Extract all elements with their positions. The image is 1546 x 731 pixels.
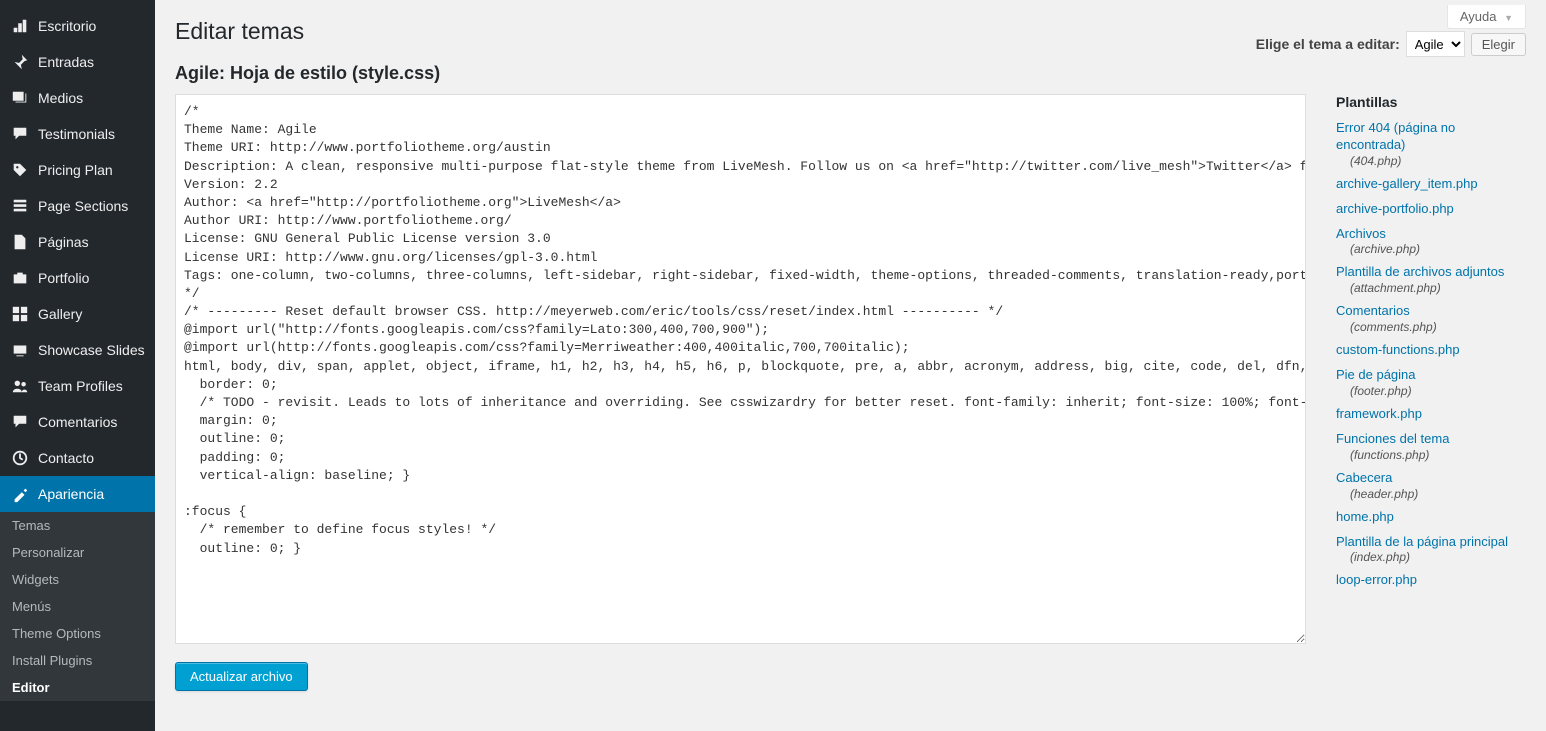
code-editor[interactable]: [175, 94, 1306, 644]
appearance-icon: [10, 484, 30, 504]
file-name: (header.php): [1350, 487, 1526, 501]
file-link[interactable]: archive-portfolio.php: [1336, 201, 1526, 218]
gallery-icon: [10, 304, 30, 324]
file-list-item: Funciones del tema(functions.php): [1336, 431, 1526, 462]
sidebar-sub-item[interactable]: Temas: [0, 512, 155, 539]
sidebar-item-slides[interactable]: Showcase Slides: [0, 332, 155, 368]
sidebar-sub-item[interactable]: Widgets: [0, 566, 155, 593]
file-list-item: archive-portfolio.php: [1336, 201, 1526, 218]
pin-icon: [10, 52, 30, 72]
file-name: (functions.php): [1350, 448, 1526, 462]
file-link[interactable]: Plantilla de archivos adjuntos: [1336, 264, 1526, 281]
file-list-item: loop-error.php: [1336, 572, 1526, 589]
sidebar-sub-item[interactable]: Personalizar: [0, 539, 155, 566]
file-name: (404.php): [1350, 154, 1526, 168]
sidebar-item-tag[interactable]: Pricing Plan: [0, 152, 155, 188]
sidebar-item-comment[interactable]: Comentarios: [0, 404, 155, 440]
chevron-down-icon: ▼: [1504, 13, 1513, 23]
file-link[interactable]: Plantilla de la página principal: [1336, 534, 1526, 551]
page-icon: [10, 232, 30, 252]
file-name: (index.php): [1350, 550, 1526, 564]
sidebar-item-label: Comentarios: [38, 414, 117, 430]
file-name: (attachment.php): [1350, 281, 1526, 295]
file-link[interactable]: Error 404 (página no encontrada): [1336, 120, 1526, 154]
team-icon: [10, 376, 30, 396]
update-file-button[interactable]: Actualizar archivo: [175, 662, 308, 691]
sidebar-item-label: Page Sections: [38, 198, 128, 214]
sidebar-item-gallery[interactable]: Gallery: [0, 296, 155, 332]
file-list: Error 404 (página no encontrada)(404.php…: [1336, 120, 1526, 589]
templates-heading: Plantillas: [1336, 94, 1526, 110]
file-list-item: Cabecera(header.php): [1336, 470, 1526, 501]
file-link[interactable]: custom-functions.php: [1336, 342, 1526, 359]
file-name: (footer.php): [1350, 384, 1526, 398]
file-name: (comments.php): [1350, 320, 1526, 334]
file-list-item: custom-functions.php: [1336, 342, 1526, 359]
portfolio-icon: [10, 268, 30, 288]
file-list-item: Plantilla de archivos adjuntos(attachmen…: [1336, 264, 1526, 295]
file-list-item: Error 404 (página no encontrada)(404.php…: [1336, 120, 1526, 168]
sidebar-sub-item[interactable]: Install Plugins: [0, 647, 155, 674]
sidebar-item-label: Pricing Plan: [38, 162, 113, 178]
file-list-item: framework.php: [1336, 406, 1526, 423]
file-list-item: Archivos(archive.php): [1336, 226, 1526, 257]
media-icon: [10, 88, 30, 108]
sidebar-item-label: Entradas: [38, 54, 94, 70]
contact-icon: [10, 448, 30, 468]
theme-selector-row: Elige el tema a editar: Agile Elegir: [1256, 31, 1526, 57]
file-list-item: Pie de página(footer.php): [1336, 367, 1526, 398]
theme-select[interactable]: Agile: [1406, 31, 1465, 57]
testimonial-icon: [10, 124, 30, 144]
sidebar-item-appearance[interactable]: Apariencia: [0, 476, 155, 512]
theme-select-label: Elige el tema a editar:: [1256, 36, 1400, 52]
sidebar-item-testimonial[interactable]: Testimonials: [0, 116, 155, 152]
sidebar-item-pin[interactable]: Entradas: [0, 44, 155, 80]
admin-sidebar: Escritorio Entradas Medios Testimonials Pric…: [0, 0, 155, 731]
sidebar-item-label: Gallery: [38, 306, 82, 322]
file-link[interactable]: Cabecera: [1336, 470, 1526, 487]
file-link[interactable]: Comentarios: [1336, 303, 1526, 320]
file-link[interactable]: Pie de página: [1336, 367, 1526, 384]
file-link[interactable]: loop-error.php: [1336, 572, 1526, 589]
file-list-item: Comentarios(comments.php): [1336, 303, 1526, 334]
file-list-item: home.php: [1336, 509, 1526, 526]
choose-button[interactable]: Elegir: [1471, 33, 1526, 56]
file-link[interactable]: Funciones del tema: [1336, 431, 1526, 448]
sidebar-item-contact[interactable]: Contacto: [0, 440, 155, 476]
sidebar-sub-item[interactable]: Theme Options: [0, 620, 155, 647]
slides-icon: [10, 340, 30, 360]
main-content: Ayuda ▼ Editar temas Elige el tema a edi…: [155, 0, 1546, 731]
file-link[interactable]: archive-gallery_item.php: [1336, 176, 1526, 193]
sidebar-sub-item[interactable]: Editor: [0, 674, 155, 701]
sidebar-item-label: Apariencia: [38, 486, 104, 502]
sidebar-item-label: Showcase Slides: [38, 342, 145, 358]
sidebar-item-label: Team Profiles: [38, 378, 123, 394]
help-label: Ayuda: [1460, 9, 1497, 24]
page-sections-icon: [10, 196, 30, 216]
comment-icon: [10, 412, 30, 432]
dashboard-icon: [10, 16, 30, 36]
sidebar-item-label: Contacto: [38, 450, 94, 466]
sidebar-item-label: Escritorio: [38, 18, 96, 34]
file-name: (archive.php): [1350, 242, 1526, 256]
sidebar-item-label: Medios: [38, 90, 83, 106]
sidebar-item-page-sections[interactable]: Page Sections: [0, 188, 155, 224]
file-link[interactable]: home.php: [1336, 509, 1526, 526]
sidebar-item-label: Páginas: [38, 234, 89, 250]
sidebar-item-dashboard[interactable]: Escritorio: [0, 8, 155, 44]
file-heading: Agile: Hoja de estilo (style.css): [175, 63, 1526, 84]
help-tab[interactable]: Ayuda ▼: [1447, 5, 1526, 29]
sidebar-sub-item[interactable]: Menús: [0, 593, 155, 620]
sidebar-item-media[interactable]: Medios: [0, 80, 155, 116]
sidebar-item-label: Portfolio: [38, 270, 89, 286]
file-link[interactable]: framework.php: [1336, 406, 1526, 423]
sidebar-item-team[interactable]: Team Profiles: [0, 368, 155, 404]
sidebar-item-page[interactable]: Páginas: [0, 224, 155, 260]
sidebar-item-portfolio[interactable]: Portfolio: [0, 260, 155, 296]
file-link[interactable]: Archivos: [1336, 226, 1526, 243]
tag-icon: [10, 160, 30, 180]
file-list-item: Plantilla de la página principal(index.p…: [1336, 534, 1526, 565]
file-list-item: archive-gallery_item.php: [1336, 176, 1526, 193]
sidebar-item-label: Testimonials: [38, 126, 115, 142]
